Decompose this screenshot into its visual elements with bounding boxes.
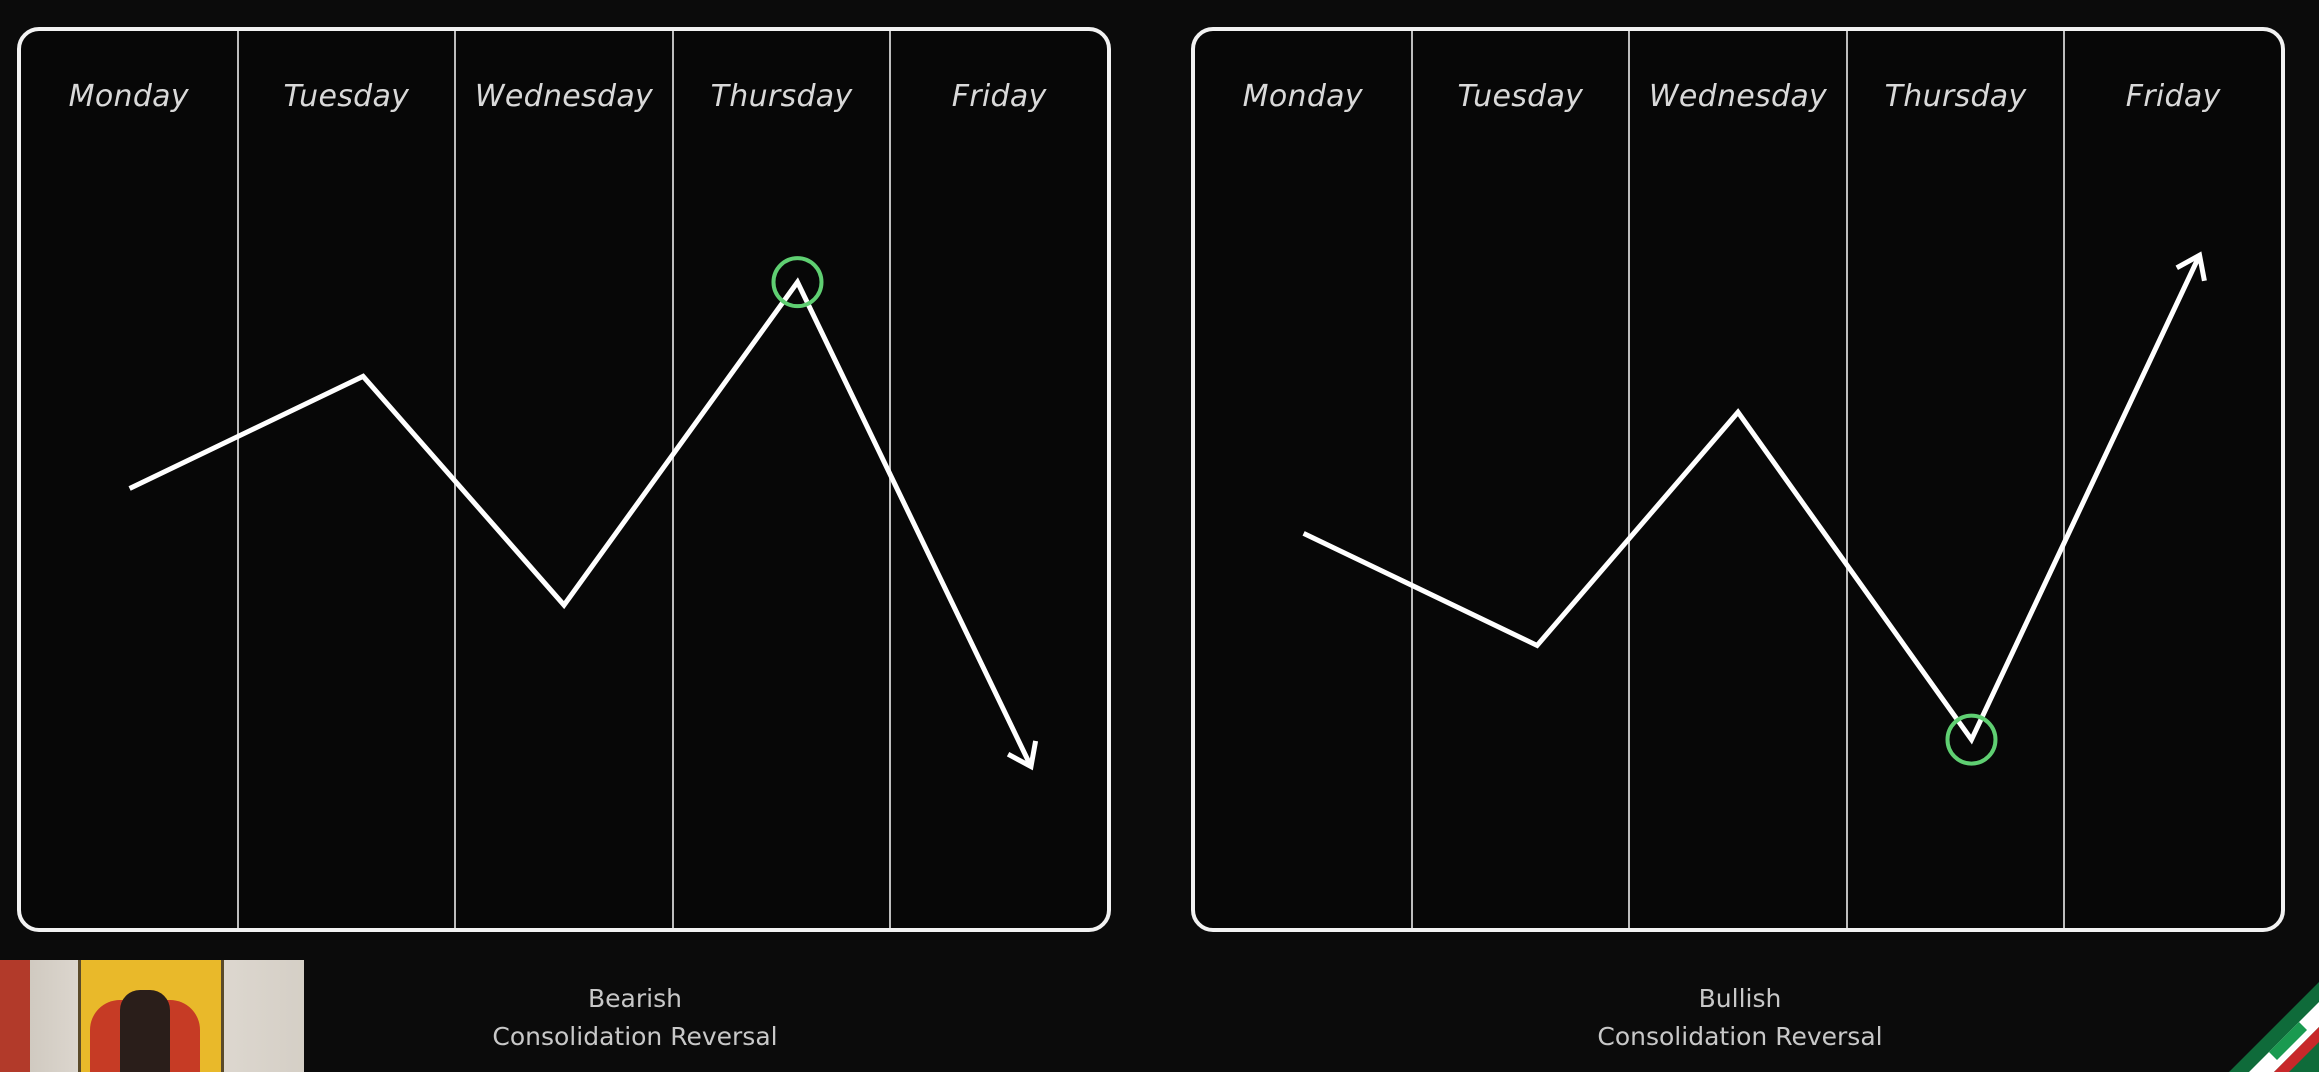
webcam-thumbnail xyxy=(0,960,304,1072)
caption-subtitle: Consolidation Reversal xyxy=(1597,1022,1883,1051)
bearish-caption: Bearish Consolidation Reversal xyxy=(335,980,935,1056)
price-path-svg xyxy=(1302,251,2207,766)
price-path-line xyxy=(1302,254,2202,745)
slide: Monday Tuesday Wednesday Thursday Friday… xyxy=(0,0,2319,1072)
bullish-reversal-diagram: Monday Tuesday Wednesday Thursday Friday xyxy=(1191,27,2285,932)
price-path-line xyxy=(128,277,1034,768)
brand-logo-icon xyxy=(2229,982,2319,1072)
caption-title: Bullish xyxy=(1698,984,1782,1013)
bearish-reversal-diagram: Monday Tuesday Wednesday Thursday Friday xyxy=(17,27,1111,932)
bullish-caption: Bullish Consolidation Reversal xyxy=(1440,980,2040,1056)
webcam-person xyxy=(120,990,170,1072)
caption-title: Bearish xyxy=(588,984,682,1013)
webcam-frame xyxy=(0,960,30,1072)
caption-subtitle: Consolidation Reversal xyxy=(492,1022,778,1051)
price-path-svg xyxy=(128,256,1039,771)
